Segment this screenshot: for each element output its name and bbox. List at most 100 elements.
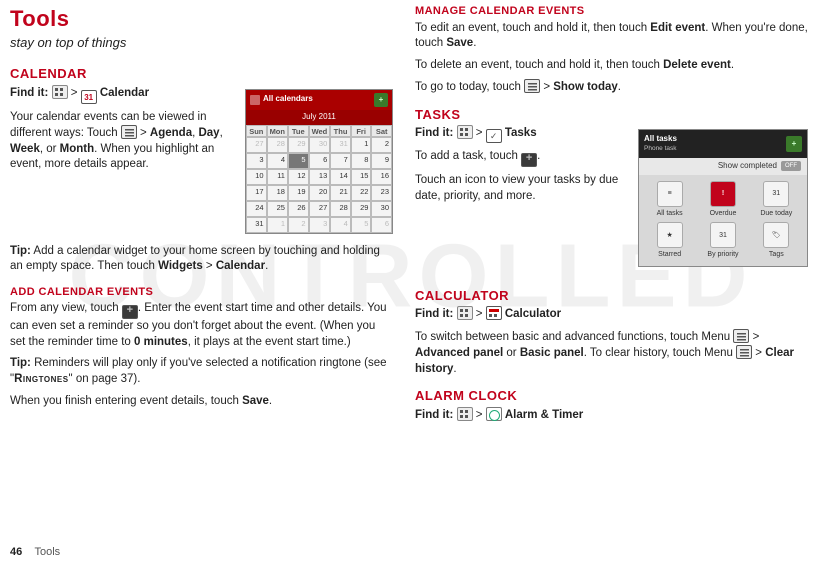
task-filter[interactable]: 🏷Tags — [752, 222, 801, 259]
calendar-day[interactable]: 20 — [309, 185, 331, 201]
calendar-day[interactable]: 11 — [267, 169, 288, 185]
calendar-day[interactable]: 16 — [371, 169, 392, 185]
dow-header: Thu — [330, 125, 351, 137]
calendar-day[interactable]: 1 — [267, 217, 288, 233]
calculator-heading: Calculator — [415, 287, 808, 305]
calendar-day[interactable]: 27 — [309, 201, 331, 217]
task-filter-label: All tasks — [645, 209, 694, 218]
page-title: Tools — [10, 4, 393, 34]
alarm-heading: Alarm clock — [415, 387, 808, 405]
page-subtitle: stay on top of things — [10, 34, 393, 52]
calendar-day[interactable]: 7 — [330, 153, 351, 169]
calendar-heading: Calendar — [10, 65, 393, 83]
calendar-day[interactable]: 5 — [288, 153, 309, 169]
dow-header: Mon — [267, 125, 288, 137]
task-filter[interactable]: !Overdue — [698, 181, 747, 218]
task-filter-icon: ! — [710, 181, 736, 207]
calendar-day[interactable]: 3 — [309, 217, 331, 233]
calendar-day[interactable]: 2 — [288, 217, 309, 233]
task-filter[interactable]: ★ Starred — [645, 222, 694, 259]
tasks-icon — [486, 129, 502, 143]
show-completed-label: Show completed — [718, 161, 777, 172]
calendar-day[interactable]: 2 — [371, 137, 392, 153]
add-events-save: When you finish entering event details, … — [10, 394, 393, 410]
calendar-day[interactable]: 28 — [330, 201, 351, 217]
clock-icon — [486, 407, 502, 421]
menu-icon — [524, 79, 540, 93]
calculator-findit: Find it: > Calculator — [415, 306, 808, 323]
calendar-day[interactable]: 6 — [371, 217, 392, 233]
calendar-day[interactable]: 30 — [309, 137, 331, 153]
calendar-tip: Tip: Add a calendar widget to your home … — [10, 244, 393, 275]
apps-icon — [52, 85, 68, 99]
calendar-day[interactable]: 17 — [246, 185, 267, 201]
dow-header: Sat — [371, 125, 392, 137]
calendar-day[interactable]: 18 — [267, 185, 288, 201]
calendar-day[interactable]: 28 — [267, 137, 288, 153]
calendar-day[interactable]: 1 — [351, 137, 372, 153]
calendar-widget-month: July 2011 — [246, 110, 392, 125]
calendar-icon — [81, 90, 97, 104]
grid-icon — [250, 95, 260, 105]
task-filter-label: Due today — [752, 209, 801, 218]
task-filter[interactable]: ≡All tasks — [645, 181, 694, 218]
task-filter-icon: ★ — [657, 222, 683, 248]
apps-icon — [457, 407, 473, 421]
calendar-day[interactable]: 19 — [288, 185, 309, 201]
calendar-day[interactable]: 31 — [246, 217, 267, 233]
plus-icon — [521, 153, 537, 167]
calendar-day[interactable]: 9 — [371, 153, 392, 169]
alarm-findit: Find it: > Alarm & Timer — [415, 407, 808, 424]
manage-heading: Manage calendar events — [415, 4, 808, 19]
add-events-tip: Tip: Reminders will play only if you've … — [10, 356, 393, 387]
menu-icon — [733, 329, 749, 343]
menu-icon — [121, 125, 137, 139]
calculator-icon — [486, 306, 502, 320]
calendar-day[interactable]: 14 — [330, 169, 351, 185]
dow-header: Sun — [246, 125, 267, 137]
calendar-day[interactable]: 8 — [351, 153, 372, 169]
calendar-day[interactable]: 29 — [351, 201, 372, 217]
task-filter-icon: 31 — [763, 181, 789, 207]
calendar-day[interactable]: 27 — [246, 137, 267, 153]
calendar-day[interactable]: 12 — [288, 169, 309, 185]
task-filter-label: Starred — [645, 250, 694, 259]
calendar-day[interactable]: 25 — [267, 201, 288, 217]
calendar-day[interactable]: 4 — [330, 217, 351, 233]
calendar-day[interactable]: 15 — [351, 169, 372, 185]
task-filter[interactable]: 31By priority — [698, 222, 747, 259]
calendar-day[interactable]: 4 — [267, 153, 288, 169]
calculator-body: To switch between basic and advanced fun… — [415, 329, 808, 378]
tasks-widget-title: All tasks — [644, 134, 677, 145]
dow-header: Tue — [288, 125, 309, 137]
calendar-day[interactable]: 30 — [371, 201, 392, 217]
off-toggle[interactable]: OFF — [781, 161, 801, 171]
tasks-widget: All tasks Phone task + Show completed OF… — [638, 129, 808, 266]
add-events-heading: Add calendar events — [10, 285, 393, 300]
calendar-day[interactable]: 13 — [309, 169, 331, 185]
calendar-day[interactable]: 29 — [288, 137, 309, 153]
task-filter[interactable]: 31 Due today — [752, 181, 801, 218]
plus-icon[interactable]: + — [786, 136, 802, 152]
calendar-day[interactable]: 3 — [246, 153, 267, 169]
tasks-widget-subtitle: Phone task — [644, 145, 677, 154]
task-filter-label: Tags — [752, 250, 801, 259]
task-filter-label: By priority — [698, 250, 747, 259]
calendar-day[interactable]: 23 — [371, 185, 392, 201]
dow-header: Fri — [351, 125, 372, 137]
calendar-day[interactable]: 24 — [246, 201, 267, 217]
apps-icon — [457, 306, 473, 320]
calendar-day[interactable]: 26 — [288, 201, 309, 217]
calendar-day[interactable]: 21 — [330, 185, 351, 201]
calendar-day[interactable]: 6 — [309, 153, 331, 169]
calendar-day[interactable]: 5 — [351, 217, 372, 233]
calendar-day[interactable]: 10 — [246, 169, 267, 185]
calendar-day[interactable]: 31 — [330, 137, 351, 153]
tasks-heading: Tasks — [415, 106, 808, 124]
plus-icon[interactable]: + — [374, 93, 388, 107]
page-footer: 46 Tools — [10, 546, 60, 558]
menu-icon — [736, 345, 752, 359]
apps-icon — [457, 125, 473, 139]
calendar-day[interactable]: 22 — [351, 185, 372, 201]
calendar-widget-title: All calendars — [263, 94, 313, 105]
